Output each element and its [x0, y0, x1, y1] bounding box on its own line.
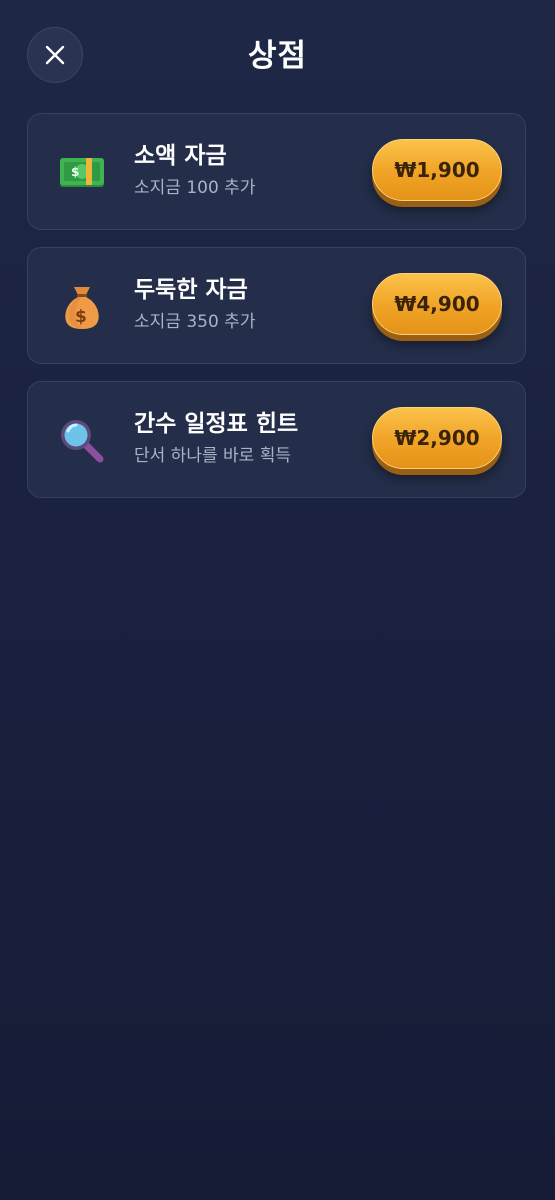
buy-button[interactable]: ₩2,900 [372, 407, 502, 469]
item-name: 간수 일정표 힌트 [134, 411, 299, 437]
buy-button[interactable]: ₩1,900 [372, 139, 502, 201]
item-name: 두둑한 자금 [134, 277, 248, 303]
item-description: 소지금 350 추가 [134, 312, 256, 332]
svg-text:$: $ [71, 165, 79, 179]
magnifier-icon [61, 420, 104, 463]
item-name: 소액 자금 [134, 143, 227, 169]
item-description: 소지금 100 추가 [134, 178, 256, 198]
money-bag-icon: $ [65, 287, 99, 329]
shop-item-big-funds: $ 두둑한 자금 소지금 350 추가 ₩4,900 [27, 247, 526, 364]
item-description: 단서 하나를 바로 획득 [134, 446, 291, 466]
page-title: 상점 [247, 38, 308, 74]
buy-button[interactable]: ₩4,900 [372, 273, 502, 335]
shop-item-small-funds: $ 소액 자금 소지금 100 추가 ₩1,900 [27, 113, 526, 230]
header: 상점 [0, 0, 555, 112]
svg-text:$: $ [75, 307, 87, 327]
cash-icon: $ [60, 158, 104, 187]
shop-item-guard-schedule-hint: 간수 일정표 힌트 단서 하나를 바로 획득 ₩2,900 [27, 381, 526, 498]
shop-item-list: $ 소액 자금 소지금 100 추가 ₩1,900 $ 두둑한 자금 소지금 3… [27, 113, 526, 515]
